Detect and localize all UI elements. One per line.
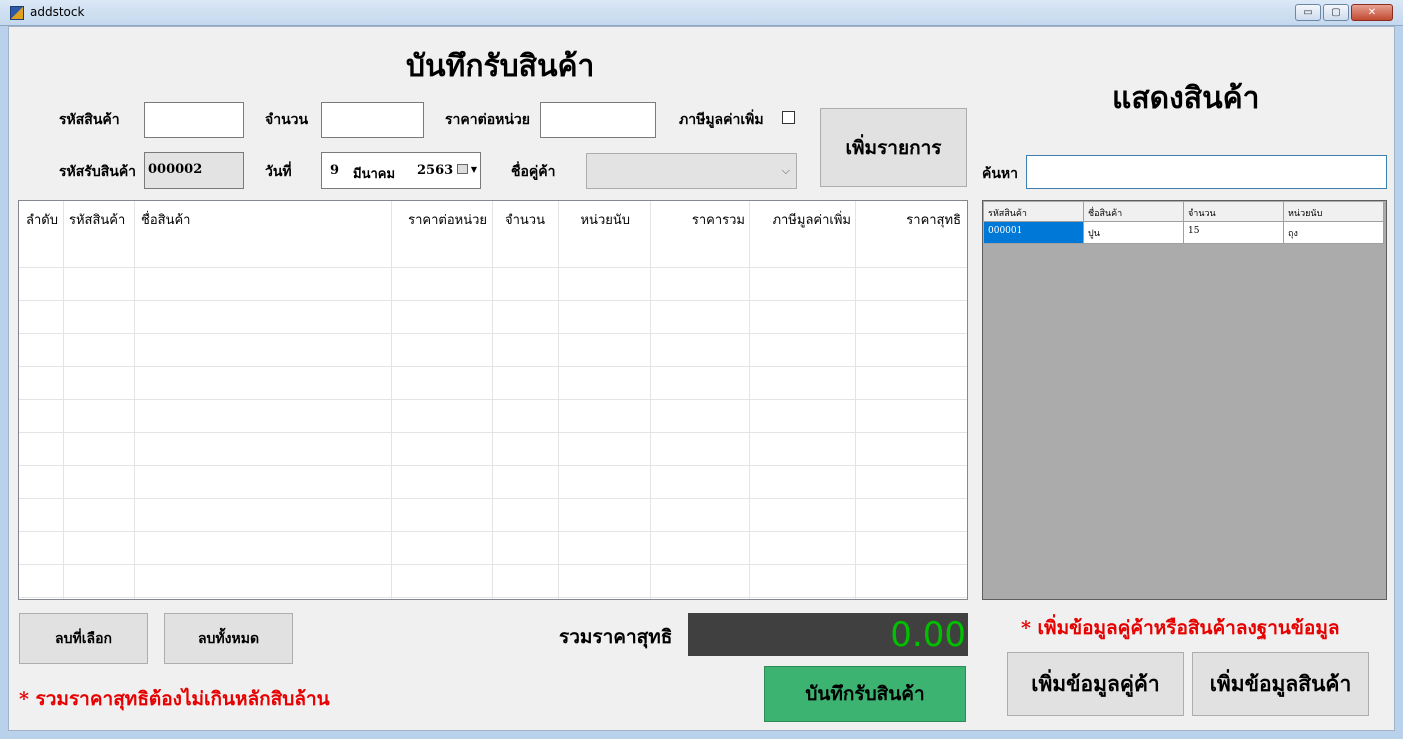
save-receipt-button[interactable]: บันทึกรับสินค้า <box>764 666 966 722</box>
app-icon <box>10 6 24 20</box>
search-input[interactable] <box>1026 155 1387 189</box>
column-header[interactable]: ราคาสุทธิ <box>906 209 961 230</box>
date-year: 2563 <box>417 163 454 178</box>
total-label: รวมราคาสุทธิ <box>559 626 673 648</box>
total-display: 0.00 <box>688 613 968 656</box>
grid-row-divider <box>19 300 967 301</box>
grid-row-divider <box>19 531 967 532</box>
date-label: วันที่ <box>265 164 292 180</box>
column-header[interactable]: รหัสสินค้า <box>69 209 125 230</box>
supplier-label: ชื่อคู่ค้า <box>511 164 556 180</box>
unit-price-label: ราคาต่อหน่วย <box>445 112 530 128</box>
column-header[interactable]: ราคาต่อหน่วย <box>408 209 487 230</box>
grid-column-divider <box>134 201 135 599</box>
total-limit-warning: * รวมราคาสุทธิต้องไม่เกินหลักสิบล้าน <box>19 688 330 710</box>
date-day: 9 <box>330 163 340 178</box>
items-table[interactable]: ลำดับ รหัสสินค้า ชื่อสินค้า ราคาต่อหน่วย… <box>18 200 968 600</box>
form-title: บันทึกรับสินค้า <box>406 49 595 84</box>
column-header[interactable]: ราคารวม <box>692 209 745 230</box>
window-titlebar: addstock ▭ ▢ ✕ <box>0 0 1403 26</box>
vat-label: ภาษีมูลค่าเพิ่ม <box>679 112 764 128</box>
column-header[interactable]: จำนวน <box>505 209 545 230</box>
product-panel-title: แสดงสินค้า <box>1112 81 1260 116</box>
add-item-button[interactable]: เพิ่มรายการ <box>820 108 967 187</box>
grid-column-divider <box>855 201 856 599</box>
supplier-select[interactable]: ⌵ <box>586 153 797 189</box>
table-cell[interactable]: ถุง <box>1284 222 1384 244</box>
receipt-code-label: รหัสรับสินค้า <box>59 164 137 180</box>
grid-column-divider <box>749 201 750 599</box>
grid-row-divider <box>19 267 967 268</box>
calendar-icon[interactable] <box>457 164 468 174</box>
minimize-button[interactable]: ▭ <box>1295 4 1321 21</box>
form-body: บันทึกรับสินค้า รหัสสินค้า จำนวน ราคาต่อ… <box>8 26 1395 731</box>
grid-row-divider <box>19 333 967 334</box>
column-header[interactable]: จำนวน <box>1184 202 1284 222</box>
delete-selected-button[interactable]: ลบที่เลือก <box>19 613 148 664</box>
add-supplier-button[interactable]: เพิ่มข้อมูลคู่ค้า <box>1007 652 1184 716</box>
date-picker[interactable]: 9 มีนาคม 2563 ▼ <box>321 152 481 189</box>
table-cell[interactable]: 15 <box>1184 222 1284 244</box>
window-title: addstock <box>30 5 85 19</box>
quantity-label: จำนวน <box>265 112 309 128</box>
chevron-down-icon: ⌵ <box>781 164 790 177</box>
column-header[interactable]: ชื่อสินค้า <box>141 209 190 230</box>
grid-column-divider <box>391 201 392 599</box>
delete-all-button[interactable]: ลบทั้งหมด <box>164 613 293 664</box>
date-month: มีนาคม <box>353 167 396 182</box>
quantity-input[interactable] <box>321 102 424 138</box>
product-code-input[interactable] <box>144 102 244 138</box>
vat-checkbox[interactable] <box>782 111 795 124</box>
grid-column-divider <box>492 201 493 599</box>
unit-price-input[interactable] <box>540 102 656 138</box>
table-cell[interactable]: ปูน <box>1084 222 1184 244</box>
window-controls: ▭ ▢ ✕ <box>1295 4 1393 22</box>
grid-row-divider <box>19 564 967 565</box>
close-button[interactable]: ✕ <box>1351 4 1393 21</box>
column-header[interactable]: ลำดับ <box>26 209 58 230</box>
grid-row-divider <box>19 366 967 367</box>
add-product-button[interactable]: เพิ่มข้อมูลสินค้า <box>1192 652 1369 716</box>
grid-row-divider <box>19 597 967 598</box>
column-header[interactable]: หน่วยนับ <box>580 209 630 230</box>
grid-column-divider <box>558 201 559 599</box>
column-header[interactable]: ภาษีมูลค่าเพิ่ม <box>772 209 851 230</box>
product-code-label: รหัสสินค้า <box>59 112 120 128</box>
grid-column-divider <box>650 201 651 599</box>
table-cell[interactable]: 000001 <box>984 222 1084 244</box>
product-table[interactable]: รหัสสินค้า ชื่อสินค้า จำนวน หน่วยนับ 000… <box>982 200 1387 600</box>
column-header[interactable]: ชื่อสินค้า <box>1084 202 1184 222</box>
grid-row-divider <box>19 399 967 400</box>
grid-column-divider <box>63 201 64 599</box>
database-note: * เพิ่มข้อมูลคู่ค้าหรือสินค้าลงฐานข้อมูล <box>1021 617 1340 639</box>
column-header[interactable]: รหัสสินค้า <box>984 202 1084 222</box>
maximize-button[interactable]: ▢ <box>1323 4 1349 21</box>
receipt-code-field: 000002 <box>144 152 244 189</box>
column-header[interactable]: หน่วยนับ <box>1284 202 1384 222</box>
chevron-down-icon: ▼ <box>470 165 477 174</box>
grid-row-divider <box>19 498 967 499</box>
search-label: ค้นหา <box>982 166 1019 182</box>
grid-row-divider <box>19 432 967 433</box>
grid-row-divider <box>19 465 967 466</box>
